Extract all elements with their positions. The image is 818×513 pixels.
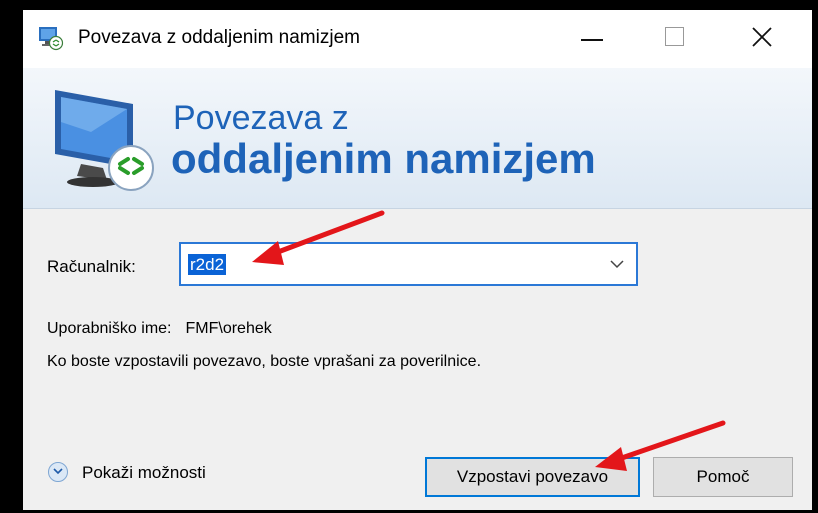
header-banner: Povezava z oddaljenim namizjem [23, 68, 812, 209]
computer-label: Računalnik: [47, 257, 136, 276]
username-value: FMF\orehek [185, 320, 272, 337]
title-bar[interactable]: Povezava z oddaljenim namizjem [23, 10, 812, 68]
show-options-label: Pokaži možnosti [82, 463, 206, 482]
credentials-note: Ko boste vzpostavili povezavo, boste vpr… [47, 353, 482, 370]
chevron-down-icon[interactable] [610, 260, 624, 269]
minimize-button[interactable] [569, 10, 639, 68]
connect-button[interactable]: Vzpostavi povezavo [425, 457, 640, 497]
close-icon [752, 27, 772, 47]
remote-desktop-monitor-icon [55, 90, 154, 191]
banner-title-line1: Povezava z [173, 99, 349, 137]
chevron-down-circle-icon [48, 462, 68, 482]
computer-input[interactable]: r2d2 [188, 254, 227, 275]
remote-desktop-window: Povezava z oddaljenim namizjem Povezava … [23, 10, 812, 510]
window-title: Povezava z oddaljenim namizjem [78, 27, 360, 48]
show-options-button[interactable]: Pokaži možnosti [46, 459, 276, 487]
computer-combobox[interactable]: r2d2 [179, 242, 638, 286]
username-label: Uporabniško ime: [47, 320, 172, 337]
banner-title-line2: oddaljenim namizjem [171, 135, 596, 182]
remote-desktop-icon [39, 27, 64, 51]
username-row: Uporabniško ime: FMF\orehek [47, 320, 272, 338]
maximize-button[interactable] [651, 10, 721, 68]
close-button[interactable] [742, 10, 812, 68]
help-button[interactable]: Pomoč [653, 457, 793, 497]
